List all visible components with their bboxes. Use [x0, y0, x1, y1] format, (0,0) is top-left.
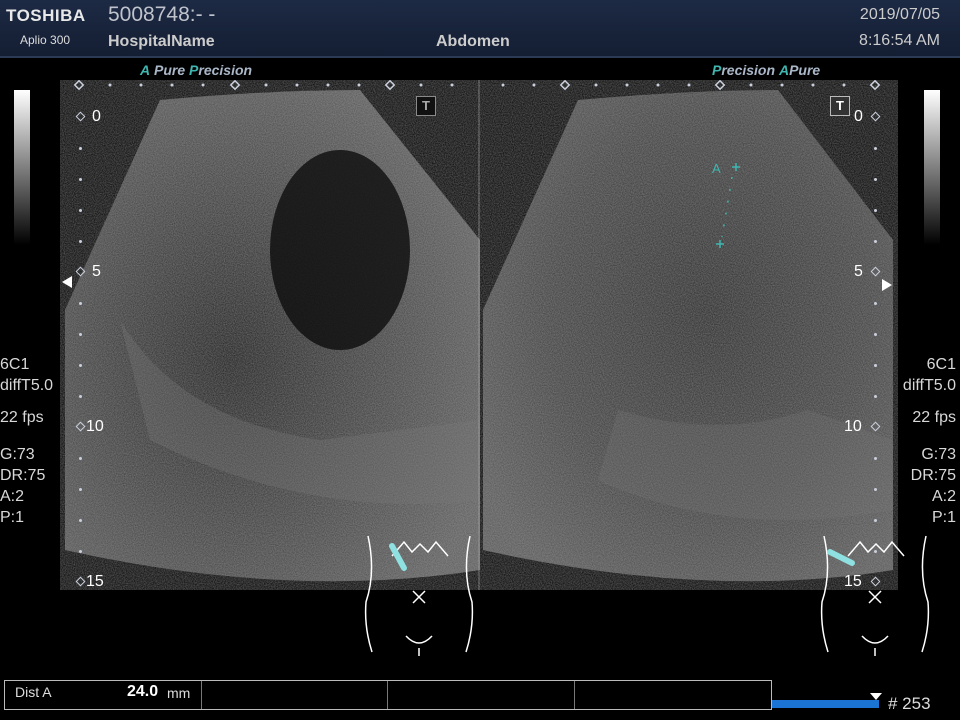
p-value: P:1 [931, 509, 956, 526]
scale-dot [79, 364, 82, 367]
depth-label-10: 10 [86, 418, 104, 435]
model-name: Aplio 300 [20, 33, 71, 47]
measurement-cell-empty [575, 681, 770, 709]
depth-label-10: 10 [844, 418, 862, 435]
measurement-cell-empty [201, 681, 388, 709]
scale-dot [79, 395, 82, 398]
gain-value: G:73 [0, 446, 35, 463]
left-ultrasound-image [65, 90, 480, 582]
cine-progress-bar[interactable] [772, 700, 879, 708]
measurement-value: 24.0 [127, 683, 159, 700]
scale-dot [874, 178, 877, 181]
scale-dot [874, 488, 877, 491]
right-t-marker[interactable]: T [830, 96, 850, 116]
scale-dot [79, 550, 82, 553]
depth-label-0: 0 [92, 108, 101, 125]
probe-mark [827, 549, 855, 566]
scale-dot [874, 333, 877, 336]
exam-time: 8:16:54 AM [859, 32, 940, 49]
frame-rate: 22 fps [0, 409, 44, 426]
scale-dot [79, 240, 82, 243]
probe-name: 6C1 [0, 356, 30, 373]
scale-dot [79, 178, 82, 181]
dynamic-range: DR:75 [910, 467, 956, 484]
scale-dot [79, 333, 82, 336]
scale-dot [79, 209, 82, 212]
right-body-mark-icon [820, 535, 930, 656]
cine-position-marker[interactable] [870, 693, 882, 701]
scale-dot [874, 240, 877, 243]
left-body-mark-icon [364, 535, 474, 656]
a-value: A:2 [931, 488, 956, 505]
scale-dot [79, 519, 82, 522]
measurement-cell-empty [388, 681, 575, 709]
left-info-panel: 6C1 diffT5.0 22 fps G:73 DR:75 A:2 P:1 [0, 354, 53, 528]
depth-label-0: 0 [854, 108, 863, 125]
scale-dot [874, 395, 877, 398]
p-value: P:1 [0, 509, 25, 526]
left-focus-marker[interactable] [62, 276, 72, 288]
hospital-name: HospitalName [108, 33, 215, 50]
depth-label-15: 15 [86, 573, 104, 590]
scale-dot [874, 519, 877, 522]
top-lateral-scale [73, 80, 881, 91]
preset-name: diffT5.0 [902, 377, 956, 394]
right-mode-label: Precision APure [712, 62, 821, 78]
exam-date: 2019/07/05 [859, 6, 940, 23]
scale-dot [874, 302, 877, 305]
scale-dot [79, 488, 82, 491]
left-t-marker[interactable]: T [416, 96, 436, 116]
brand-logo: TOSHIBA [6, 6, 86, 25]
scale-dot [874, 364, 877, 367]
patient-id: 5008748:- - [108, 3, 216, 26]
right-info-panel: 6C1 diffT5.0 22 fps G:73 DR:75 A:2 P:1 [903, 354, 956, 528]
frame-rate: 22 fps [912, 409, 956, 426]
right-focus-marker[interactable] [882, 279, 892, 291]
preset-name: diffT5.0 [0, 377, 54, 394]
scale-dot [79, 302, 82, 305]
gain-value: G:73 [921, 446, 956, 463]
depth-label-5: 5 [854, 263, 863, 280]
dynamic-range: DR:75 [0, 467, 46, 484]
scale-dot [874, 147, 877, 150]
measurement-unit: mm [167, 685, 191, 701]
scale-dot [79, 147, 82, 150]
right-grayscale-bar [924, 90, 940, 245]
header-bar: TOSHIBA Aplio 300 5008748:- - HospitalNa… [0, 0, 960, 58]
measurement-table: Dist A 24.0 mm [4, 680, 772, 710]
scale-dot [874, 457, 877, 460]
measurement-label: Dist A [15, 684, 52, 700]
measurement-cell[interactable]: Dist A 24.0 mm [5, 681, 202, 709]
depth-label-5: 5 [92, 263, 101, 280]
frame-number: # 253 [888, 694, 931, 713]
study-name: Abdomen [436, 33, 510, 50]
left-mode-label: A Pure Precision [140, 62, 253, 78]
right-ultrasound-image [483, 90, 893, 582]
a-value: A:2 [0, 488, 25, 505]
left-grayscale-bar [14, 90, 30, 245]
caliper-line[interactable] [712, 162, 752, 252]
scale-dot [874, 209, 877, 212]
probe-name: 6C1 [926, 356, 956, 373]
scale-dot [79, 457, 82, 460]
